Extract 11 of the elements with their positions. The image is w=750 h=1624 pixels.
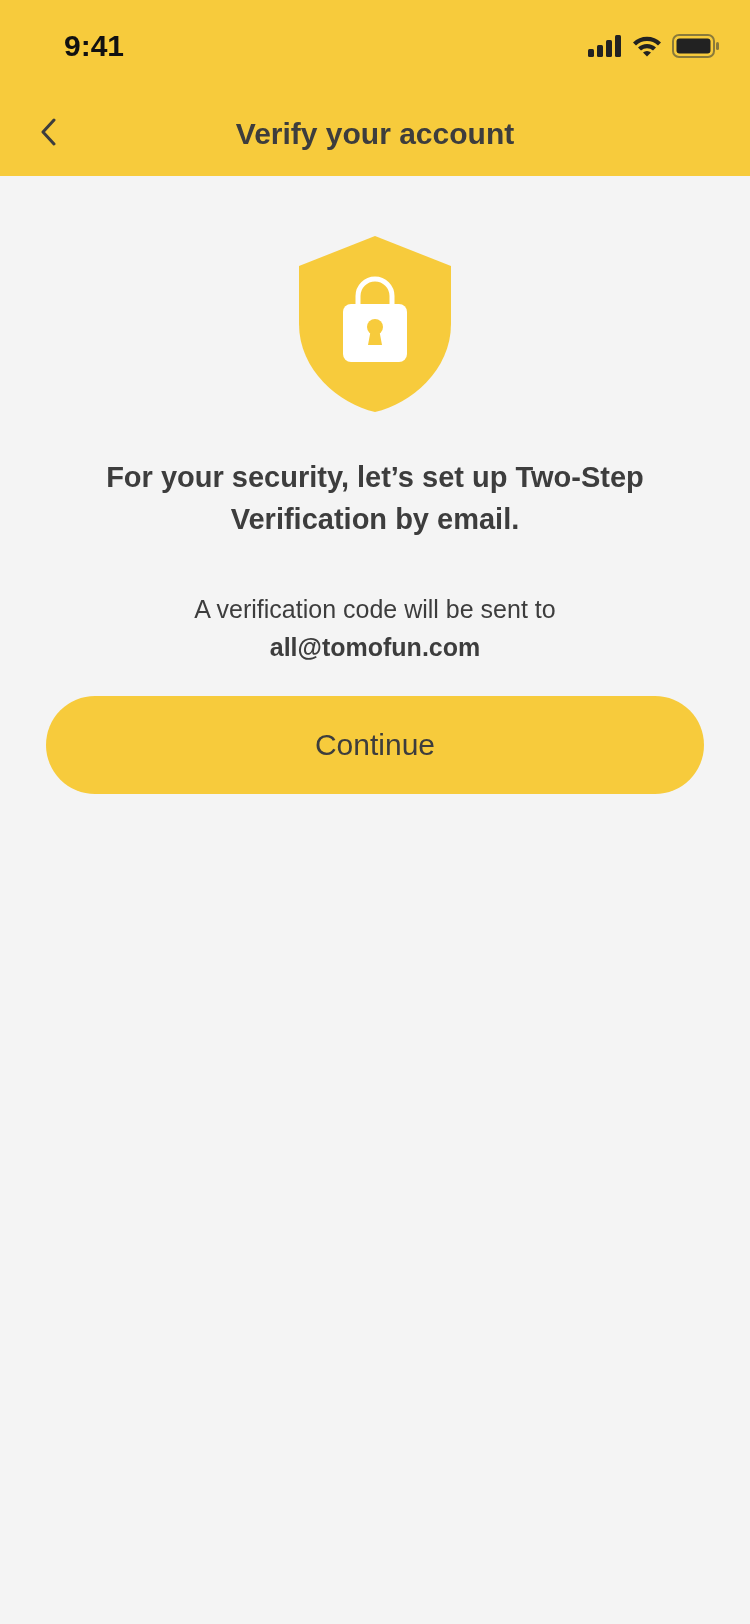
continue-button[interactable]: Continue bbox=[46, 696, 704, 794]
chevron-left-icon bbox=[40, 118, 56, 146]
battery-icon bbox=[672, 34, 720, 58]
email-address: all@tomofun.com bbox=[269, 632, 481, 663]
signal-icon bbox=[588, 35, 622, 57]
status-time: 9:41 bbox=[64, 29, 125, 63]
wifi-icon bbox=[632, 35, 662, 57]
message-text: A verification code will be sent to bbox=[194, 594, 556, 625]
screen-title: Verify your account bbox=[235, 117, 515, 151]
shield-lock-icon bbox=[299, 236, 451, 412]
heading-text: For your security, let’s set up Two-Step Verification by email. bbox=[105, 460, 645, 537]
